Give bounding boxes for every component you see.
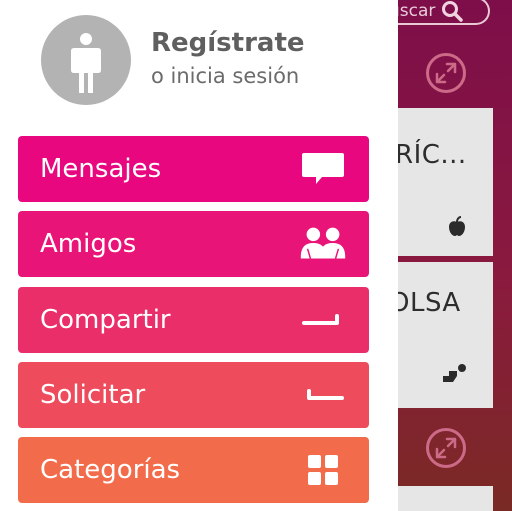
card-1-title: RÍC...	[395, 140, 467, 170]
grid-icon	[295, 450, 351, 490]
expand-button-top[interactable]	[426, 53, 466, 93]
friends-icon	[295, 224, 351, 264]
search-icon	[442, 1, 464, 22]
side-drawer: Regístrate o inicia sesión Mensajes Amig…	[0, 0, 398, 511]
avatar[interactable]	[41, 15, 131, 105]
product-card-1[interactable]: RÍC...	[383, 108, 493, 256]
menu-item-label: Solicitar	[40, 380, 146, 410]
share-arrow-icon	[295, 300, 351, 340]
request-arrow-icon	[295, 375, 351, 415]
menu-item-label: Compartir	[40, 305, 171, 335]
menu-item-request[interactable]: Solicitar	[18, 362, 369, 428]
menu-item-label: Categorías	[40, 455, 181, 485]
product-card-3[interactable]	[383, 486, 493, 511]
menu-item-messages[interactable]: Mensajes	[18, 136, 369, 202]
search-button[interactable]: uscar	[383, 0, 490, 25]
person-icon	[443, 364, 466, 382]
background-app: uscar RÍC... OLSA	[383, 0, 512, 511]
user-icon	[71, 33, 101, 93]
expand-button-bottom[interactable]	[426, 428, 466, 468]
card-2-title: OLSA	[389, 288, 461, 318]
menu-item-friends[interactable]: Amigos	[18, 211, 369, 277]
menu-item-share[interactable]: Compartir	[18, 287, 369, 353]
apple-icon	[449, 216, 465, 236]
menu-item-label: Mensajes	[40, 154, 162, 184]
login-link[interactable]: o inicia sesión	[151, 64, 299, 88]
expand-icon	[435, 62, 457, 84]
product-card-2[interactable]: OLSA	[383, 262, 493, 408]
register-link[interactable]: Regístrate	[151, 28, 305, 58]
menu-item-categories[interactable]: Categorías	[18, 437, 369, 503]
menu-item-label: Amigos	[40, 229, 137, 259]
message-icon	[295, 149, 351, 189]
expand-icon	[435, 437, 457, 459]
